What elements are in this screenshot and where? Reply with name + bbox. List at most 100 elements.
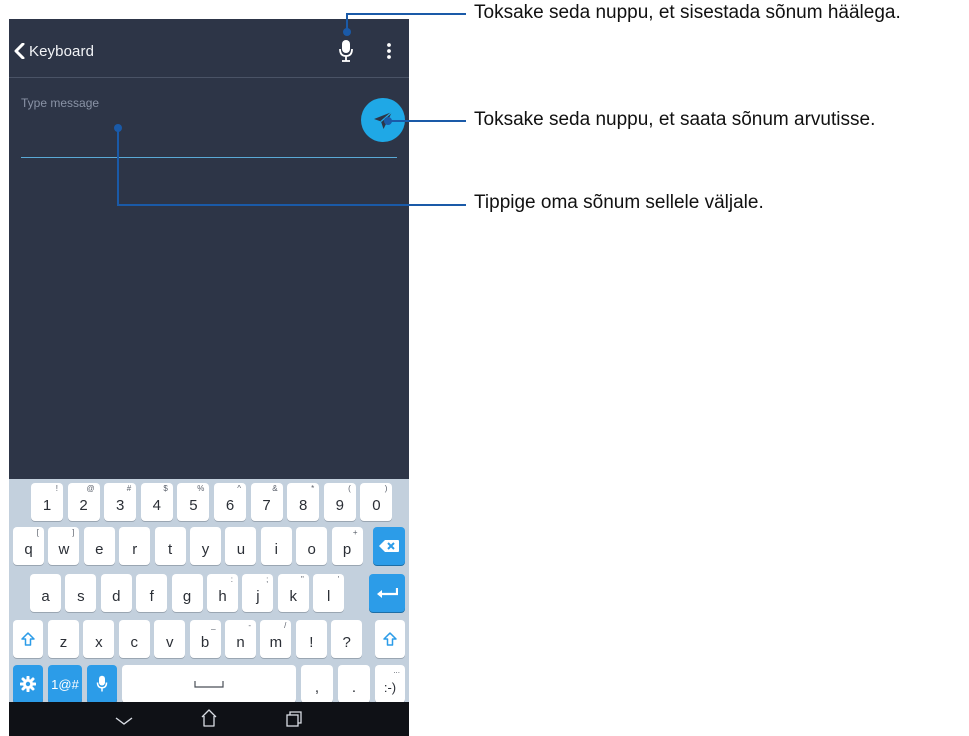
key-r1-1[interactable]: ] w	[48, 527, 80, 565]
key-label: u	[236, 540, 246, 558]
key-r1-0[interactable]: [q	[13, 527, 44, 565]
smiley-key[interactable]: ... :-)	[375, 665, 405, 703]
key-num-0[interactable]: ! 1	[31, 483, 63, 521]
key-r1-7[interactable]: i	[260, 527, 292, 565]
callout-voice-text: Toksake seda nuppu, et sisestada sõnum h…	[474, 2, 901, 23]
key-r3-3[interactable]: v	[154, 620, 186, 658]
enter-icon	[377, 588, 398, 598]
enter-key[interactable]	[369, 574, 405, 612]
key-r2-1[interactable]: s	[65, 574, 97, 612]
key-secondary-label: /	[284, 621, 287, 630]
key-num-8[interactable]: (9	[323, 483, 356, 521]
shift-key-left[interactable]	[13, 620, 43, 658]
key-secondary-label: &	[272, 484, 278, 493]
key-secondary-label: -	[248, 621, 251, 630]
key-label: ?	[342, 633, 351, 651]
gear-icon	[20, 676, 36, 692]
smiley-key-hint: ...	[393, 666, 400, 675]
key-r2-3[interactable]: f	[136, 574, 168, 612]
letter-row-2: a s d f g: h; j " k ' l	[9, 574, 409, 612]
key-r1-3[interactable]: r	[119, 527, 151, 565]
key-label: 5	[189, 496, 198, 514]
symbols-key[interactable]: 1@#	[48, 665, 82, 703]
key-label: 3	[116, 496, 125, 514]
key-num-9[interactable]: ) 0	[360, 483, 393, 521]
key-r3-5[interactable]: -n	[225, 620, 256, 658]
keyboard: ! 1 @2 #3 $4% 5 ^ 6 & 7 * 8(9) 0 [q] w e r t y u i o + p asdfg…	[9, 479, 409, 703]
voice-input-key[interactable]	[87, 665, 117, 703]
callout-type-text: Tippige oma sõnum sellele väljale.	[474, 192, 764, 213]
key-r2-6[interactable]: ; j	[242, 574, 274, 612]
key-label: r	[132, 540, 138, 558]
key-r2-2[interactable]: d	[100, 574, 132, 612]
key-r2-8[interactable]: ' l	[313, 574, 345, 612]
key-label: 0	[372, 496, 381, 514]
key-label: !	[309, 633, 314, 651]
key-num-5[interactable]: ^ 6	[214, 483, 246, 521]
key-r2-0[interactable]: a	[30, 574, 61, 612]
back-button[interactable]: Keyboard	[14, 41, 94, 61]
key-secondary-label: _	[211, 621, 216, 630]
key-num-2[interactable]: #3	[104, 483, 137, 521]
callout-type-line	[117, 204, 466, 206]
key-r3-6[interactable]: / m	[260, 620, 292, 658]
key-secondary-label: (	[348, 484, 351, 493]
key-label: 6	[225, 496, 235, 514]
navigation-bar	[9, 702, 409, 736]
settings-key[interactable]	[13, 665, 43, 703]
message-input[interactable]	[21, 93, 341, 113]
key-secondary-label: ^	[237, 484, 241, 493]
key-num-3[interactable]: $4	[140, 483, 173, 521]
key-num-1[interactable]: @2	[67, 483, 100, 521]
key-label: n	[236, 633, 245, 651]
key-label: e	[95, 540, 104, 558]
key-label: s	[77, 587, 85, 605]
chevron-left-icon	[14, 43, 25, 59]
key-label: 7	[262, 496, 271, 514]
key-num-6[interactable]: & 7	[250, 483, 283, 521]
period-key[interactable]: .	[338, 665, 370, 703]
key-label: o	[307, 540, 316, 558]
key-r2-4[interactable]: g	[171, 574, 203, 612]
key-secondary-label: ;	[266, 575, 269, 584]
key-secondary-label: [	[36, 528, 39, 537]
key-r1-4[interactable]: t	[154, 527, 186, 565]
key-secondary-label: "	[300, 575, 304, 584]
key-r3-4[interactable]: _ b	[189, 620, 221, 658]
nav-home-icon[interactable]	[199, 708, 219, 728]
comma-key[interactable]: ,	[301, 665, 333, 703]
nav-back-icon[interactable]	[114, 716, 134, 726]
letter-row-3: z x c v _ b - n / m!?	[9, 620, 409, 658]
key-r3-8[interactable]: ?	[331, 620, 363, 658]
key-label: 9	[335, 496, 344, 514]
key-label: l	[327, 587, 331, 605]
key-r1-2[interactable]: e	[83, 527, 115, 565]
microphone-icon	[96, 675, 108, 692]
space-bar[interactable]	[122, 665, 296, 703]
key-r1-6[interactable]: u	[225, 527, 257, 565]
key-secondary-label: @	[86, 484, 95, 493]
key-label: 4	[152, 496, 161, 514]
key-num-4[interactable]: % 5	[177, 483, 210, 521]
callout-voice-line-vertical	[346, 13, 348, 33]
key-r1-8[interactable]: o	[296, 527, 328, 565]
key-secondary-label: )	[384, 484, 388, 493]
key-num-7[interactable]: * 8	[287, 483, 320, 521]
backspace-key[interactable]	[373, 527, 405, 565]
nav-recents-icon[interactable]	[285, 710, 303, 728]
key-label: g	[182, 587, 192, 605]
key-secondary-label: '	[337, 575, 340, 584]
key-label: a	[41, 587, 50, 605]
more-vertical-icon[interactable]	[383, 42, 395, 60]
key-label: b	[200, 633, 210, 651]
key-r3-0[interactable]: z	[48, 620, 79, 658]
key-r2-5[interactable]: :h	[207, 574, 238, 612]
key-r1-5[interactable]: y	[190, 527, 221, 565]
key-r3-7[interactable]: !	[295, 620, 327, 658]
key-r3-2[interactable]: c	[118, 620, 150, 658]
microphone-icon[interactable]	[338, 39, 354, 63]
key-r2-7[interactable]: " k	[277, 574, 309, 612]
shift-key-right[interactable]	[375, 620, 405, 658]
key-r3-1[interactable]: x	[83, 620, 115, 658]
key-r1-9[interactable]: + p	[331, 527, 363, 565]
